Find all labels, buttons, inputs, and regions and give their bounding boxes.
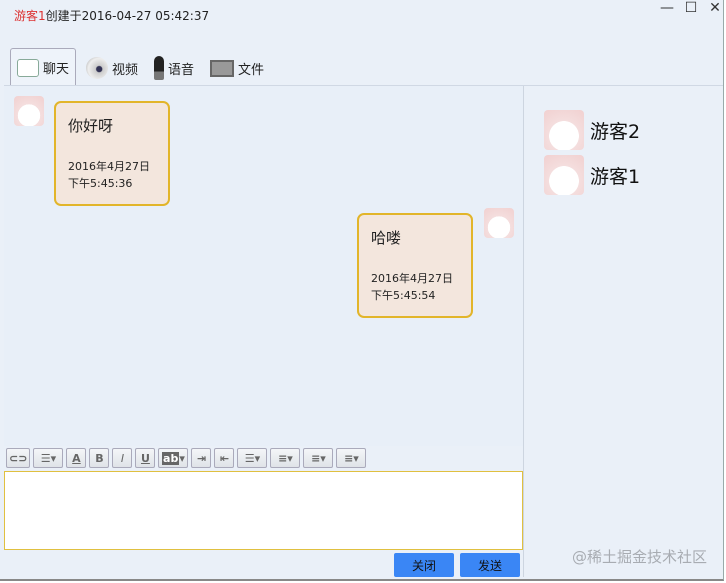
- maximize-button[interactable]: ☐: [680, 0, 702, 16]
- minimize-button[interactable]: —: [656, 0, 678, 16]
- message-time: 下午5:45:36: [68, 177, 133, 190]
- highlight-label: ab: [162, 451, 180, 465]
- message-area[interactable]: 你好呀 2016年4月27日 下午5:45:36 哈喽 2016年4月27日 下…: [4, 86, 523, 446]
- align-right-button[interactable]: ≡▾: [336, 448, 367, 468]
- align-center-button[interactable]: ≡▾: [303, 448, 334, 468]
- indent-button[interactable]: ⇥: [191, 448, 212, 468]
- list-style-button[interactable]: ☰▾: [33, 448, 64, 468]
- tab-chat[interactable]: 聊天: [10, 48, 77, 86]
- message-time: 下午5:45:54: [371, 289, 436, 302]
- avatar: [484, 208, 514, 238]
- file-icon: [210, 59, 235, 77]
- watermark: @稀土掘金技术社区: [572, 548, 708, 566]
- user-list-item[interactable]: 游客2: [544, 110, 640, 150]
- tab-video[interactable]: 视频: [80, 50, 144, 86]
- tab-label: 聊天: [43, 62, 70, 77]
- italic-button[interactable]: I: [112, 448, 133, 468]
- webcam-icon: [86, 57, 109, 79]
- tab-label: 视频: [112, 62, 139, 78]
- message-date: 2016年4月27日: [68, 160, 150, 173]
- user-list-item[interactable]: 游客1: [544, 155, 640, 195]
- bullet-list-button[interactable]: ☰▾: [237, 448, 268, 468]
- divider: [523, 86, 524, 577]
- bold-button[interactable]: B: [89, 448, 110, 468]
- message-text: 哈喽: [371, 229, 402, 247]
- tab-label: 文件: [238, 62, 265, 78]
- tab-voice[interactable]: 语音: [148, 50, 200, 86]
- chat-window: 游客1创建于2016-04-27 05:42:37 — ☐ ✕ 聊天 视频 语音…: [0, 0, 724, 581]
- outdent-button[interactable]: ⇤: [214, 448, 235, 468]
- send-button[interactable]: 发送: [460, 553, 520, 577]
- message-input[interactable]: [4, 471, 523, 550]
- align-left-button[interactable]: ≡▾: [270, 448, 301, 468]
- user-name: 游客1: [590, 165, 641, 188]
- underline-button[interactable]: U: [135, 448, 156, 468]
- link-button[interactable]: ⊂⊃: [6, 448, 31, 468]
- message-date: 2016年4月27日: [371, 272, 453, 285]
- font-color-button[interactable]: A: [66, 448, 87, 468]
- message-bubble: 你好呀 2016年4月27日 下午5:45:36: [54, 101, 170, 206]
- tab-file[interactable]: 文件: [204, 50, 270, 86]
- avatar: [544, 155, 584, 195]
- close-window-button[interactable]: ✕: [704, 0, 726, 16]
- avatar: [14, 96, 44, 126]
- close-button[interactable]: 关闭: [394, 553, 454, 577]
- tab-label: 语音: [168, 62, 195, 78]
- tab-bar: 聊天 视频 语音 文件: [10, 48, 270, 86]
- user-name: 游客2: [590, 120, 641, 143]
- chat-icon: [17, 58, 39, 77]
- microphone-icon: [154, 56, 165, 80]
- editor-toolbar: ⊂⊃ ☰▾ A B I U ab ▾ ⇥ ⇤ ☰▾ ≡▾ ≡▾ ≡▾: [6, 448, 367, 468]
- message-text: 你好呀: [68, 117, 114, 135]
- message-bubble: 哈喽 2016年4月27日 下午5:45:54: [357, 213, 473, 318]
- created-at: 创建于2016-04-27 05:42:37: [45, 9, 210, 23]
- avatar: [544, 110, 584, 150]
- creator-name: 游客1: [14, 9, 46, 23]
- window-title: 游客1创建于2016-04-27 05:42:37: [14, 7, 209, 24]
- highlight-button[interactable]: ab ▾: [158, 448, 189, 468]
